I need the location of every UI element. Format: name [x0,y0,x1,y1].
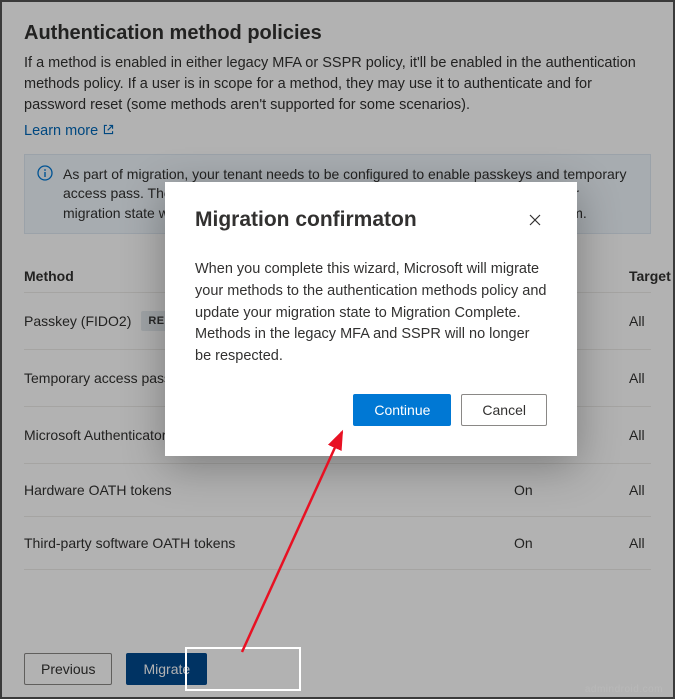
dialog-title: Migration confirmaton [195,208,417,232]
watermark: admindroid.com [585,684,663,695]
previous-button[interactable]: Previous [24,653,112,685]
close-button[interactable] [523,208,547,235]
method-name: Temporary access pass [24,370,171,386]
method-name: Third-party software OATH tokens [24,535,235,551]
method-state: On [514,535,629,551]
cancel-button[interactable]: Cancel [461,394,547,426]
learn-more-link[interactable]: Learn more [24,123,115,140]
close-icon [527,216,543,231]
page-description: If a method is enabled in either legacy … [24,53,651,116]
continue-button[interactable]: Continue [353,394,451,426]
method-target: All [629,427,669,443]
method-name: Passkey (FIDO2) [24,313,131,329]
external-link-icon [102,123,115,140]
page-title: Authentication method policies [24,22,651,45]
wizard-footer: Previous Migrate [24,653,207,685]
method-name: Hardware OATH tokens [24,482,172,498]
info-icon [37,165,53,224]
method-target: All [629,535,669,551]
dialog-actions: Continue Cancel [195,394,547,426]
migrate-button[interactable]: Migrate [126,653,207,685]
learn-more-label: Learn more [24,123,98,139]
method-target: All [629,313,669,329]
dialog-body: When you complete this wizard, Microsoft… [195,259,547,368]
table-row[interactable]: Hardware OATH tokens On All [24,464,651,517]
method-target: All [629,482,669,498]
method-state: On [514,482,629,498]
method-target: All [629,370,669,386]
header-target: Target [629,268,671,284]
table-row[interactable]: Third-party software OATH tokens On All [24,517,651,570]
migration-confirmation-dialog: Migration confirmaton When you complete … [165,182,577,456]
